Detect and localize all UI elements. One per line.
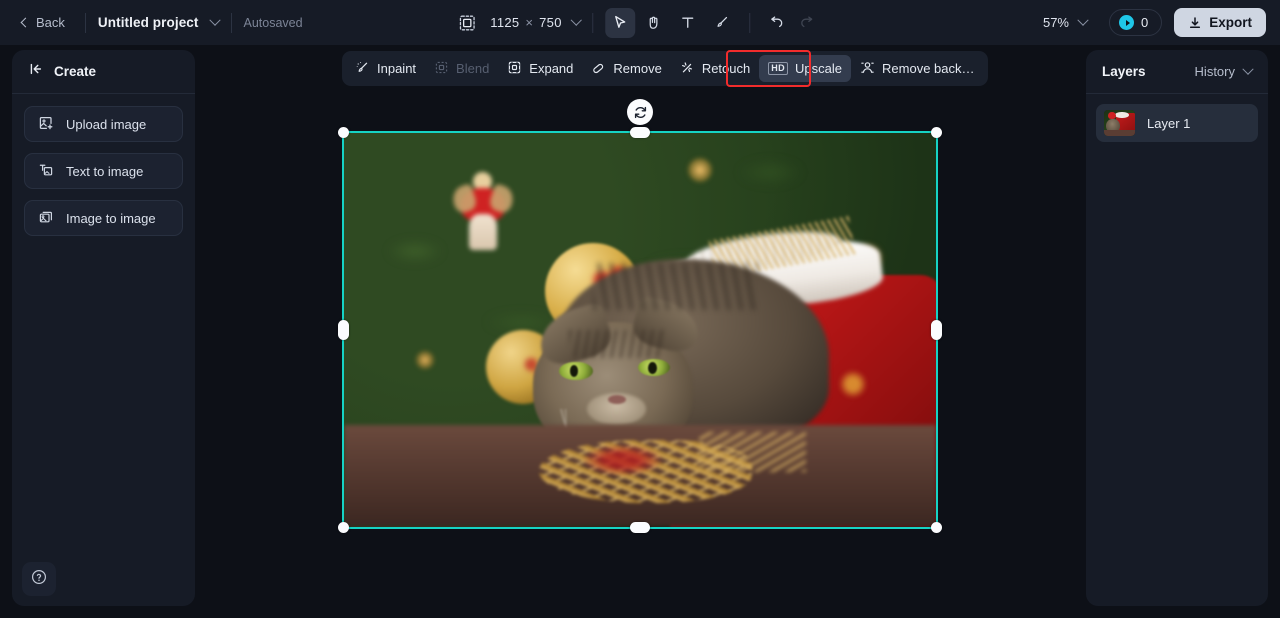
rotate-handle[interactable] xyxy=(627,99,653,125)
sidebar-item-label: Upload image xyxy=(66,116,147,132)
canvas-height: 750 xyxy=(539,15,562,30)
autosave-status: Autosaved xyxy=(243,15,303,30)
chevron-left-icon xyxy=(20,17,31,28)
divider xyxy=(748,12,750,33)
history-tab[interactable]: History xyxy=(1194,63,1254,79)
image-to-image-icon xyxy=(38,209,54,228)
chevron-down-icon[interactable] xyxy=(570,14,582,26)
sidebar-title: Create xyxy=(54,64,97,79)
layer-item[interactable]: Layer 1 xyxy=(1096,104,1258,142)
layer-name: Layer 1 xyxy=(1147,115,1191,131)
canvas-width: 1125 xyxy=(490,15,520,30)
top-bar-right: 57% 0 Export xyxy=(1037,8,1266,37)
history-label: History xyxy=(1194,64,1235,79)
layers-title: Layers xyxy=(1102,64,1146,79)
resize-handle-bottom[interactable] xyxy=(630,522,650,533)
sidebar-item-image-to-image[interactable]: Image to image xyxy=(24,200,183,236)
layer-thumbnail xyxy=(1104,110,1135,136)
undo-button[interactable] xyxy=(762,8,792,38)
hand-tool[interactable] xyxy=(639,8,669,38)
divider xyxy=(591,12,593,33)
right-panel-header: Layers History xyxy=(1086,50,1268,94)
divider xyxy=(84,12,86,33)
sidebar-item-text-to-image[interactable]: Text to image xyxy=(24,153,183,189)
top-bar: Back Untitled project Autosaved 1125 × 7 xyxy=(0,0,1280,45)
resize-handle-bottom-left[interactable] xyxy=(338,522,349,533)
top-bar-center: 1125 × 750 xyxy=(458,7,822,38)
credit-coin-icon xyxy=(1119,15,1134,30)
brush-tool[interactable] xyxy=(707,8,737,38)
help-circle-icon xyxy=(30,568,48,591)
image-editor-app: Back Untitled project Autosaved 1125 × 7 xyxy=(0,0,1280,618)
resize-handle-bottom-right[interactable] xyxy=(931,522,942,533)
project-name[interactable]: Untitled project xyxy=(98,15,199,30)
collapse-panel-icon[interactable] xyxy=(28,61,44,82)
text-tool[interactable] xyxy=(673,8,703,38)
canvas-dimensions[interactable]: 1125 × 750 xyxy=(490,15,562,30)
chevron-down-icon xyxy=(1077,14,1089,26)
divider xyxy=(230,12,232,33)
left-sidebar: Create Upload image Text to image Image … xyxy=(12,50,195,606)
sidebar-item-label: Text to image xyxy=(66,163,144,179)
resize-handle-top[interactable] xyxy=(630,127,650,138)
canvas-image[interactable] xyxy=(344,133,936,527)
sidebar-header: Create xyxy=(12,50,195,94)
back-button-label: Back xyxy=(36,15,65,30)
canvas-area[interactable] xyxy=(200,45,1080,618)
canvas-size-icon xyxy=(458,14,476,32)
select-tool[interactable] xyxy=(604,7,635,38)
right-panel: Layers History Layer 1 xyxy=(1086,50,1268,606)
chevron-down-icon xyxy=(1242,63,1254,75)
export-button-label: Export xyxy=(1209,15,1252,30)
redo-button[interactable] xyxy=(792,8,822,38)
layers-list: Layer 1 xyxy=(1086,94,1268,152)
top-bar-left: Back Untitled project Autosaved xyxy=(14,10,303,35)
zoom-level: 57% xyxy=(1042,15,1069,30)
tool-group xyxy=(604,7,737,38)
sidebar-items: Upload image Text to image Image to imag… xyxy=(12,94,195,248)
upload-image-icon xyxy=(38,115,54,134)
credits-count: 0 xyxy=(1141,15,1149,30)
rotate-icon xyxy=(634,106,646,118)
dimension-separator: × xyxy=(525,15,534,30)
text-to-image-icon xyxy=(38,162,54,181)
back-button[interactable]: Back xyxy=(14,10,73,35)
resize-handle-top-right[interactable] xyxy=(931,127,942,138)
resize-handle-left[interactable] xyxy=(338,320,349,340)
sidebar-item-upload-image[interactable]: Upload image xyxy=(24,106,183,142)
credits-badge[interactable]: 0 xyxy=(1109,9,1163,36)
help-button[interactable] xyxy=(22,562,56,596)
resize-handle-right[interactable] xyxy=(931,320,942,340)
zoom-control[interactable]: 57% xyxy=(1037,11,1093,34)
export-button[interactable]: Export xyxy=(1174,8,1266,37)
resize-handle-top-left[interactable] xyxy=(338,127,349,138)
selected-image-frame[interactable] xyxy=(338,99,942,533)
sidebar-item-label: Image to image xyxy=(66,210,156,226)
chevron-down-icon[interactable] xyxy=(208,14,221,26)
download-icon xyxy=(1190,16,1201,28)
